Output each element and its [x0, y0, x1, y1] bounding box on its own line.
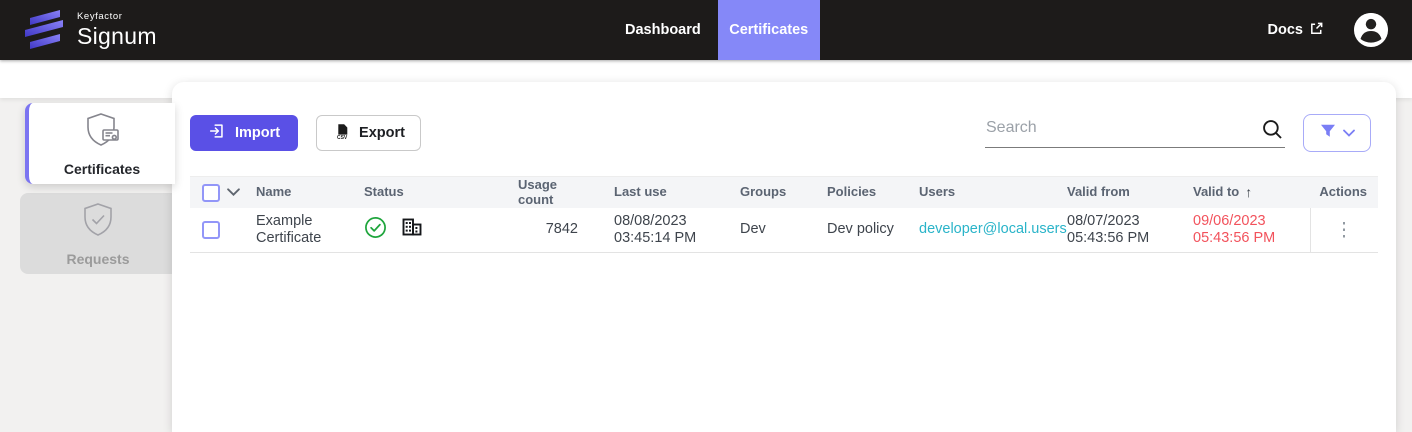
column-header-usage-count[interactable]: Usage count: [518, 178, 578, 208]
certificates-table: Name Status Usage count Last use Groups …: [190, 176, 1378, 253]
docs-link[interactable]: Docs: [1268, 0, 1324, 60]
shield-certificate-icon: [81, 110, 123, 155]
user-avatar[interactable]: [1354, 13, 1388, 47]
organization-building-icon: [400, 215, 424, 244]
shield-check-icon: [78, 200, 118, 245]
tab-dashboard[interactable]: Dashboard: [608, 0, 718, 60]
nav-tabs: Dashboard Certificates: [608, 0, 820, 60]
import-label: Import: [235, 125, 280, 141]
cell-valid-from: 08/07/2023 05:43:56 PM: [1067, 213, 1193, 248]
keyfactor-logo-icon: [22, 6, 66, 55]
import-icon: [208, 122, 226, 144]
column-header-policies[interactable]: Policies: [827, 185, 919, 200]
cell-policies: Dev policy: [827, 221, 919, 238]
column-header-valid-from[interactable]: Valid from: [1067, 185, 1193, 200]
export-button[interactable]: CSV Export: [316, 115, 421, 151]
export-csv-icon: CSV: [332, 122, 350, 145]
row-actions-kebab-icon[interactable]: ⋮: [1335, 221, 1355, 240]
cell-users: developer@local.users: [919, 221, 1067, 238]
brand: Keyfactor Signum: [22, 0, 157, 60]
tab-certificates[interactable]: Certificates: [718, 0, 820, 60]
table-header-row: Name Status Usage count Last use Groups …: [190, 176, 1378, 208]
cell-last-use: 08/08/2023 03:45:14 PM: [578, 213, 740, 248]
column-header-last-use[interactable]: Last use: [578, 185, 740, 200]
row-checkbox[interactable]: [202, 221, 220, 239]
valid-status-check-icon: [364, 216, 387, 244]
cell-name: Example Certificate: [256, 213, 364, 248]
search-input[interactable]: [985, 114, 1285, 148]
sort-ascending-icon[interactable]: ↑: [1245, 184, 1252, 200]
export-label: Export: [359, 125, 405, 141]
column-header-status[interactable]: Status: [364, 185, 518, 200]
chevron-down-icon: [1343, 124, 1355, 142]
search-icon[interactable]: [1261, 118, 1283, 145]
sidebar-item-label: Requests: [66, 251, 129, 267]
filter-funnel-icon: [1320, 124, 1336, 143]
sidebar-item-certificates[interactable]: Certificates: [25, 103, 175, 184]
column-header-actions: Actions: [1310, 185, 1378, 200]
certificates-panel: Import CSV Export: [172, 82, 1396, 432]
cell-groups: Dev: [740, 221, 827, 238]
select-all-checkbox[interactable]: [202, 184, 220, 202]
person-icon: [1354, 13, 1388, 47]
brand-product: Signum: [77, 25, 157, 48]
sidebar-item-requests[interactable]: Requests: [20, 193, 176, 274]
column-header-name[interactable]: Name: [256, 185, 364, 200]
search-field: [985, 114, 1285, 152]
column-header-users[interactable]: Users: [919, 185, 1067, 200]
cell-actions: ⋮: [1310, 208, 1378, 252]
column-header-groups[interactable]: Groups: [740, 185, 827, 200]
brand-company: Keyfactor: [77, 12, 157, 22]
table-row[interactable]: Example Certificate: [190, 208, 1378, 253]
cell-status: [364, 215, 518, 244]
top-navbar: Keyfactor Signum Dashboard Certificates …: [0, 0, 1412, 60]
sidebar-item-label: Certificates: [64, 161, 140, 177]
svg-text:CSV: CSV: [337, 135, 348, 141]
user-link[interactable]: developer@local.users: [919, 221, 1067, 237]
cell-usage-count: 7842: [518, 221, 578, 238]
select-menu-chevron-icon[interactable]: [227, 185, 240, 200]
filter-button[interactable]: [1303, 114, 1371, 152]
column-header-valid-to[interactable]: Valid to ↑: [1193, 184, 1310, 200]
cell-valid-to: 09/06/2023 05:43:56 PM: [1193, 213, 1310, 248]
docs-label: Docs: [1268, 22, 1303, 38]
import-button[interactable]: Import: [190, 115, 298, 151]
external-link-icon: [1309, 21, 1324, 40]
